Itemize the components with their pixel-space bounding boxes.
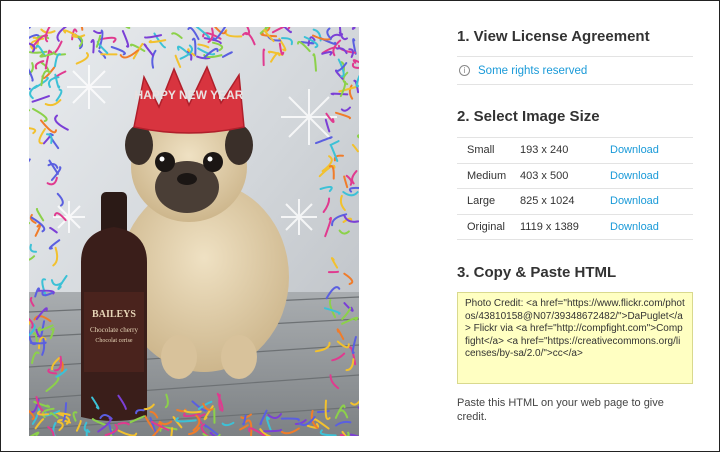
hat-text: HAPPY NEW YEAR: [135, 88, 244, 102]
confetti-streamer: [29, 341, 47, 345]
copy-heading: 3. Copy & Paste HTML: [457, 264, 617, 281]
confetti-streamer: [29, 27, 31, 29]
size-dims: 403 x 500: [520, 169, 569, 182]
size-name: Large: [467, 195, 496, 208]
download-small-link[interactable]: Download: [610, 138, 693, 164]
confetti-streamer: [170, 427, 174, 436]
size-row-medium: Medium 403 x 500 Download: [457, 163, 693, 189]
html-snippet-box[interactable]: Photo Credit: <a href="https://www.flick…: [457, 292, 693, 384]
pug-photo[interactable]: HAPPY NEW YEAR BAILEYS Chocolate cherry …: [29, 27, 359, 436]
license-row[interactable]: i Some rights reserved: [457, 56, 693, 85]
info-icon: i: [459, 65, 470, 76]
bottle-sub2: Chocolat cerise: [95, 338, 132, 344]
size-name: Original: [467, 220, 505, 233]
download-large-link[interactable]: Download: [610, 189, 693, 215]
size-dims: 825 x 1024: [520, 195, 575, 208]
party-pug-photo-icon: HAPPY NEW YEAR BAILEYS Chocolate cherry …: [29, 27, 359, 436]
bottle-sub: Chocolate cherry: [90, 326, 139, 334]
size-row-large: Large 825 x 1024 Download: [457, 188, 693, 215]
size-row-small: Small 193 x 240 Download: [457, 137, 693, 164]
size-heading: 2. Select Image Size: [457, 108, 600, 125]
confetti-streamer: [339, 433, 345, 436]
confetti-streamer: [330, 92, 349, 96]
size-dims: 193 x 240: [520, 144, 569, 157]
size-name: Small: [467, 144, 495, 157]
confetti-streamer: [262, 48, 266, 67]
size-table: Small 193 x 240 Download Medium 403 x 50…: [457, 137, 693, 240]
confetti-streamer: [316, 410, 330, 414]
size-dims: 1119 x 1389: [520, 220, 579, 233]
license-heading: 1. View License Agreement: [457, 28, 650, 45]
paste-note: Paste this HTML on your web page to give…: [457, 397, 664, 423]
size-name: Medium: [467, 169, 507, 182]
confetti-streamer: [218, 394, 222, 411]
size-row-original: Original 1119 x 1389 Download: [457, 214, 693, 240]
download-medium-link[interactable]: Download: [610, 163, 693, 189]
bottle-brand: BAILEYS: [92, 309, 136, 320]
rights-link[interactable]: Some rights reserved: [478, 65, 587, 77]
download-original-link[interactable]: Download: [610, 214, 693, 240]
confetti-streamer: [357, 406, 359, 410]
